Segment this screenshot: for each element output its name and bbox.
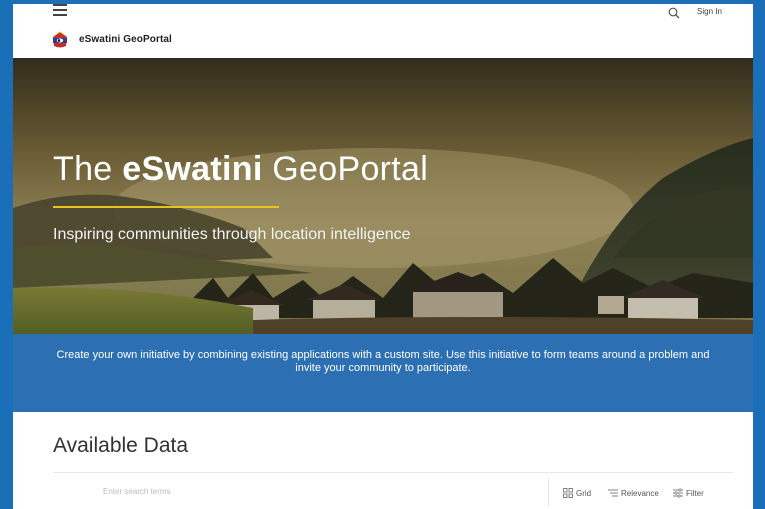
sort-relevance-button[interactable]: Relevance <box>608 488 659 498</box>
banner-text: Create your own initiative by combining … <box>56 349 710 374</box>
hero-title: The eSwatini GeoPortal <box>53 150 429 188</box>
window-frame-right <box>753 0 765 509</box>
hero-landscape-image <box>13 58 753 334</box>
initiative-banner: Create your own initiative by combining … <box>13 334 753 412</box>
hero-accent-rule <box>53 206 279 208</box>
logo[interactable] <box>51 31 69 49</box>
search-input[interactable] <box>53 480 543 502</box>
grid-view-button[interactable]: Grid <box>563 488 591 498</box>
page: eSwatini GeoPortal Sign In The eSwatini … <box>13 4 753 509</box>
window-frame-left <box>0 0 13 509</box>
hero-banner: The eSwatini GeoPortal Inspiring communi… <box>13 58 753 334</box>
filter-icon <box>673 488 683 498</box>
toolbar-separator <box>548 478 549 506</box>
sort-icon <box>608 489 618 497</box>
filter-label: Filter <box>686 488 704 498</box>
relevance-label: Relevance <box>621 488 659 498</box>
site-brand[interactable]: eSwatini GeoPortal <box>79 34 172 45</box>
grid-label: Grid <box>576 488 592 498</box>
menu-icon[interactable] <box>53 4 67 16</box>
hero-subtitle: Inspiring communities through location i… <box>53 226 411 243</box>
sign-in-link[interactable]: Sign In <box>697 7 722 16</box>
site-header: eSwatini GeoPortal Sign In <box>13 4 753 58</box>
search-icon[interactable] <box>668 6 680 19</box>
section-divider <box>53 472 733 473</box>
filter-button[interactable]: Filter <box>673 488 704 498</box>
grid-icon <box>563 488 573 498</box>
section-title: Available Data <box>53 434 189 457</box>
